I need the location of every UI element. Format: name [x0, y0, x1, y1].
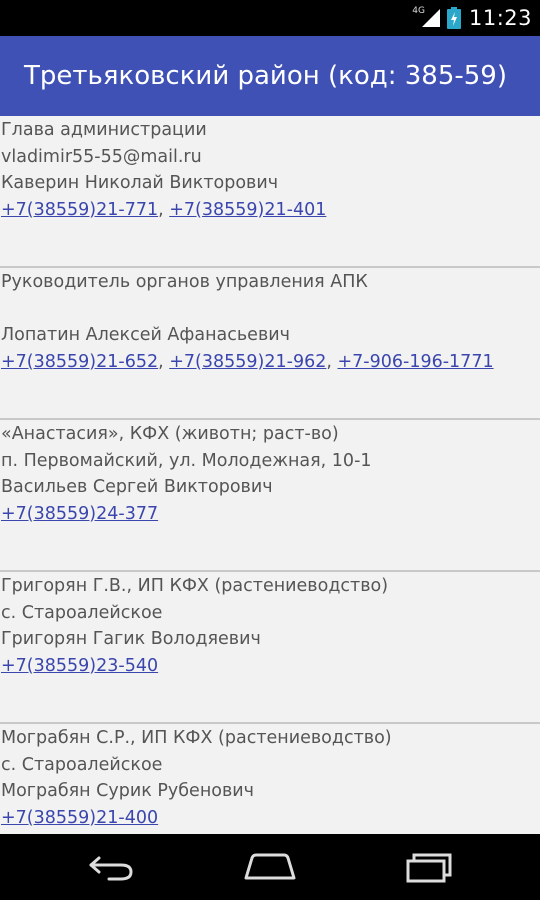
back-button[interactable]	[57, 834, 167, 900]
status-icons: 4G 11:23	[412, 0, 532, 36]
phone-link[interactable]: +7-906-196-1771	[338, 352, 494, 372]
phone-link[interactable]: +7(38559)21-771	[1, 200, 158, 220]
phone-line: +7(38559)24-377	[0, 501, 540, 528]
contact-entry-line: с. Староалейское	[1, 754, 163, 775]
contact-entry-line: п. Первомайский, ул. Молодежная, 10-1	[1, 450, 372, 471]
phone-link[interactable]: +7(38559)21-401	[169, 200, 326, 220]
contact-entry: «Анастасия», КФХ (животн; раст-во) п. Пер…	[0, 420, 540, 572]
contact-entry: Мограбян С.Р., ИП КФХ (растениеводство) с…	[0, 724, 540, 834]
phone-link[interactable]: +7(38559)21-652	[1, 352, 158, 372]
contact-entry-line: Каверин Николай Викторович	[1, 173, 279, 193]
home-icon	[244, 853, 296, 880]
contact-entry: Глава администрации vladimir55-55@mail.ru…	[0, 116, 540, 268]
contact-entry-line: Мограбян Сурик Рубенович	[1, 781, 254, 801]
phone-separator: ,	[158, 199, 170, 220]
phone-separator: ,	[326, 351, 338, 372]
navigation-bar	[0, 834, 540, 900]
back-icon	[89, 856, 133, 881]
app-bar: Третьяковский район (код: 385-59)	[0, 36, 540, 116]
phone-line: +7(38559)21-400	[0, 805, 540, 832]
phone-separator: ,	[158, 351, 170, 372]
contact-entry-line: Григорян Гагик Володяевич	[1, 629, 261, 649]
phone-line: +7(38559)21-771, +7(38559)21-401	[0, 197, 540, 224]
contact-entry-line: Григорян Г.В., ИП КФХ (растениеводство)	[1, 576, 389, 596]
phone-line: +7(38559)21-652, +7(38559)21-962, +7-906…	[0, 349, 540, 376]
contact-entry-line: с. Староалейское	[1, 602, 163, 623]
contact-entry-line: Глава администрации	[1, 120, 207, 140]
status-bar: 4G 11:23	[0, 0, 540, 36]
phone-link[interactable]: +7(38559)24-377	[1, 504, 158, 524]
home-button[interactable]	[215, 834, 325, 900]
status-clock: 11:23	[468, 6, 532, 30]
page-title: Третьяковский район (код: 385-59)	[24, 61, 507, 91]
contact-entry-line: Руководитель органов управления АПК	[1, 272, 368, 292]
contact-entry-line: «Анастасия», КФХ (животн; раст-во)	[1, 424, 339, 444]
phone-line: +7(38559)23-540	[0, 653, 540, 680]
contact-entry-line	[0, 296, 540, 323]
contact-entry-line: vladimir55-55@mail.ru	[1, 146, 202, 167]
phone-link[interactable]: +7(38559)21-962	[169, 352, 326, 372]
contact-entry: Руководитель органов управления АПК Лопат…	[0, 268, 540, 420]
phone-link[interactable]: +7(38559)23-540	[1, 656, 158, 676]
network-type-label: 4G	[412, 6, 425, 16]
battery-charging-icon	[446, 7, 461, 29]
phone-link[interactable]: +7(38559)21-400	[1, 808, 158, 828]
contact-entry-line: Лопатин Алексей Афанасьевич	[1, 325, 290, 345]
contact-entry-line: Васильев Сергей Викторович	[1, 477, 273, 497]
contact-entry: Григорян Г.В., ИП КФХ (растениеводство) с…	[0, 572, 540, 724]
contacts-list[interactable]: Глава администрации vladimir55-55@mail.ru…	[0, 116, 540, 834]
recent-apps-button[interactable]	[374, 834, 484, 900]
contact-entry-line: Мограбян С.Р., ИП КФХ (растениеводство)	[1, 728, 392, 748]
recent-apps-icon	[406, 853, 452, 883]
